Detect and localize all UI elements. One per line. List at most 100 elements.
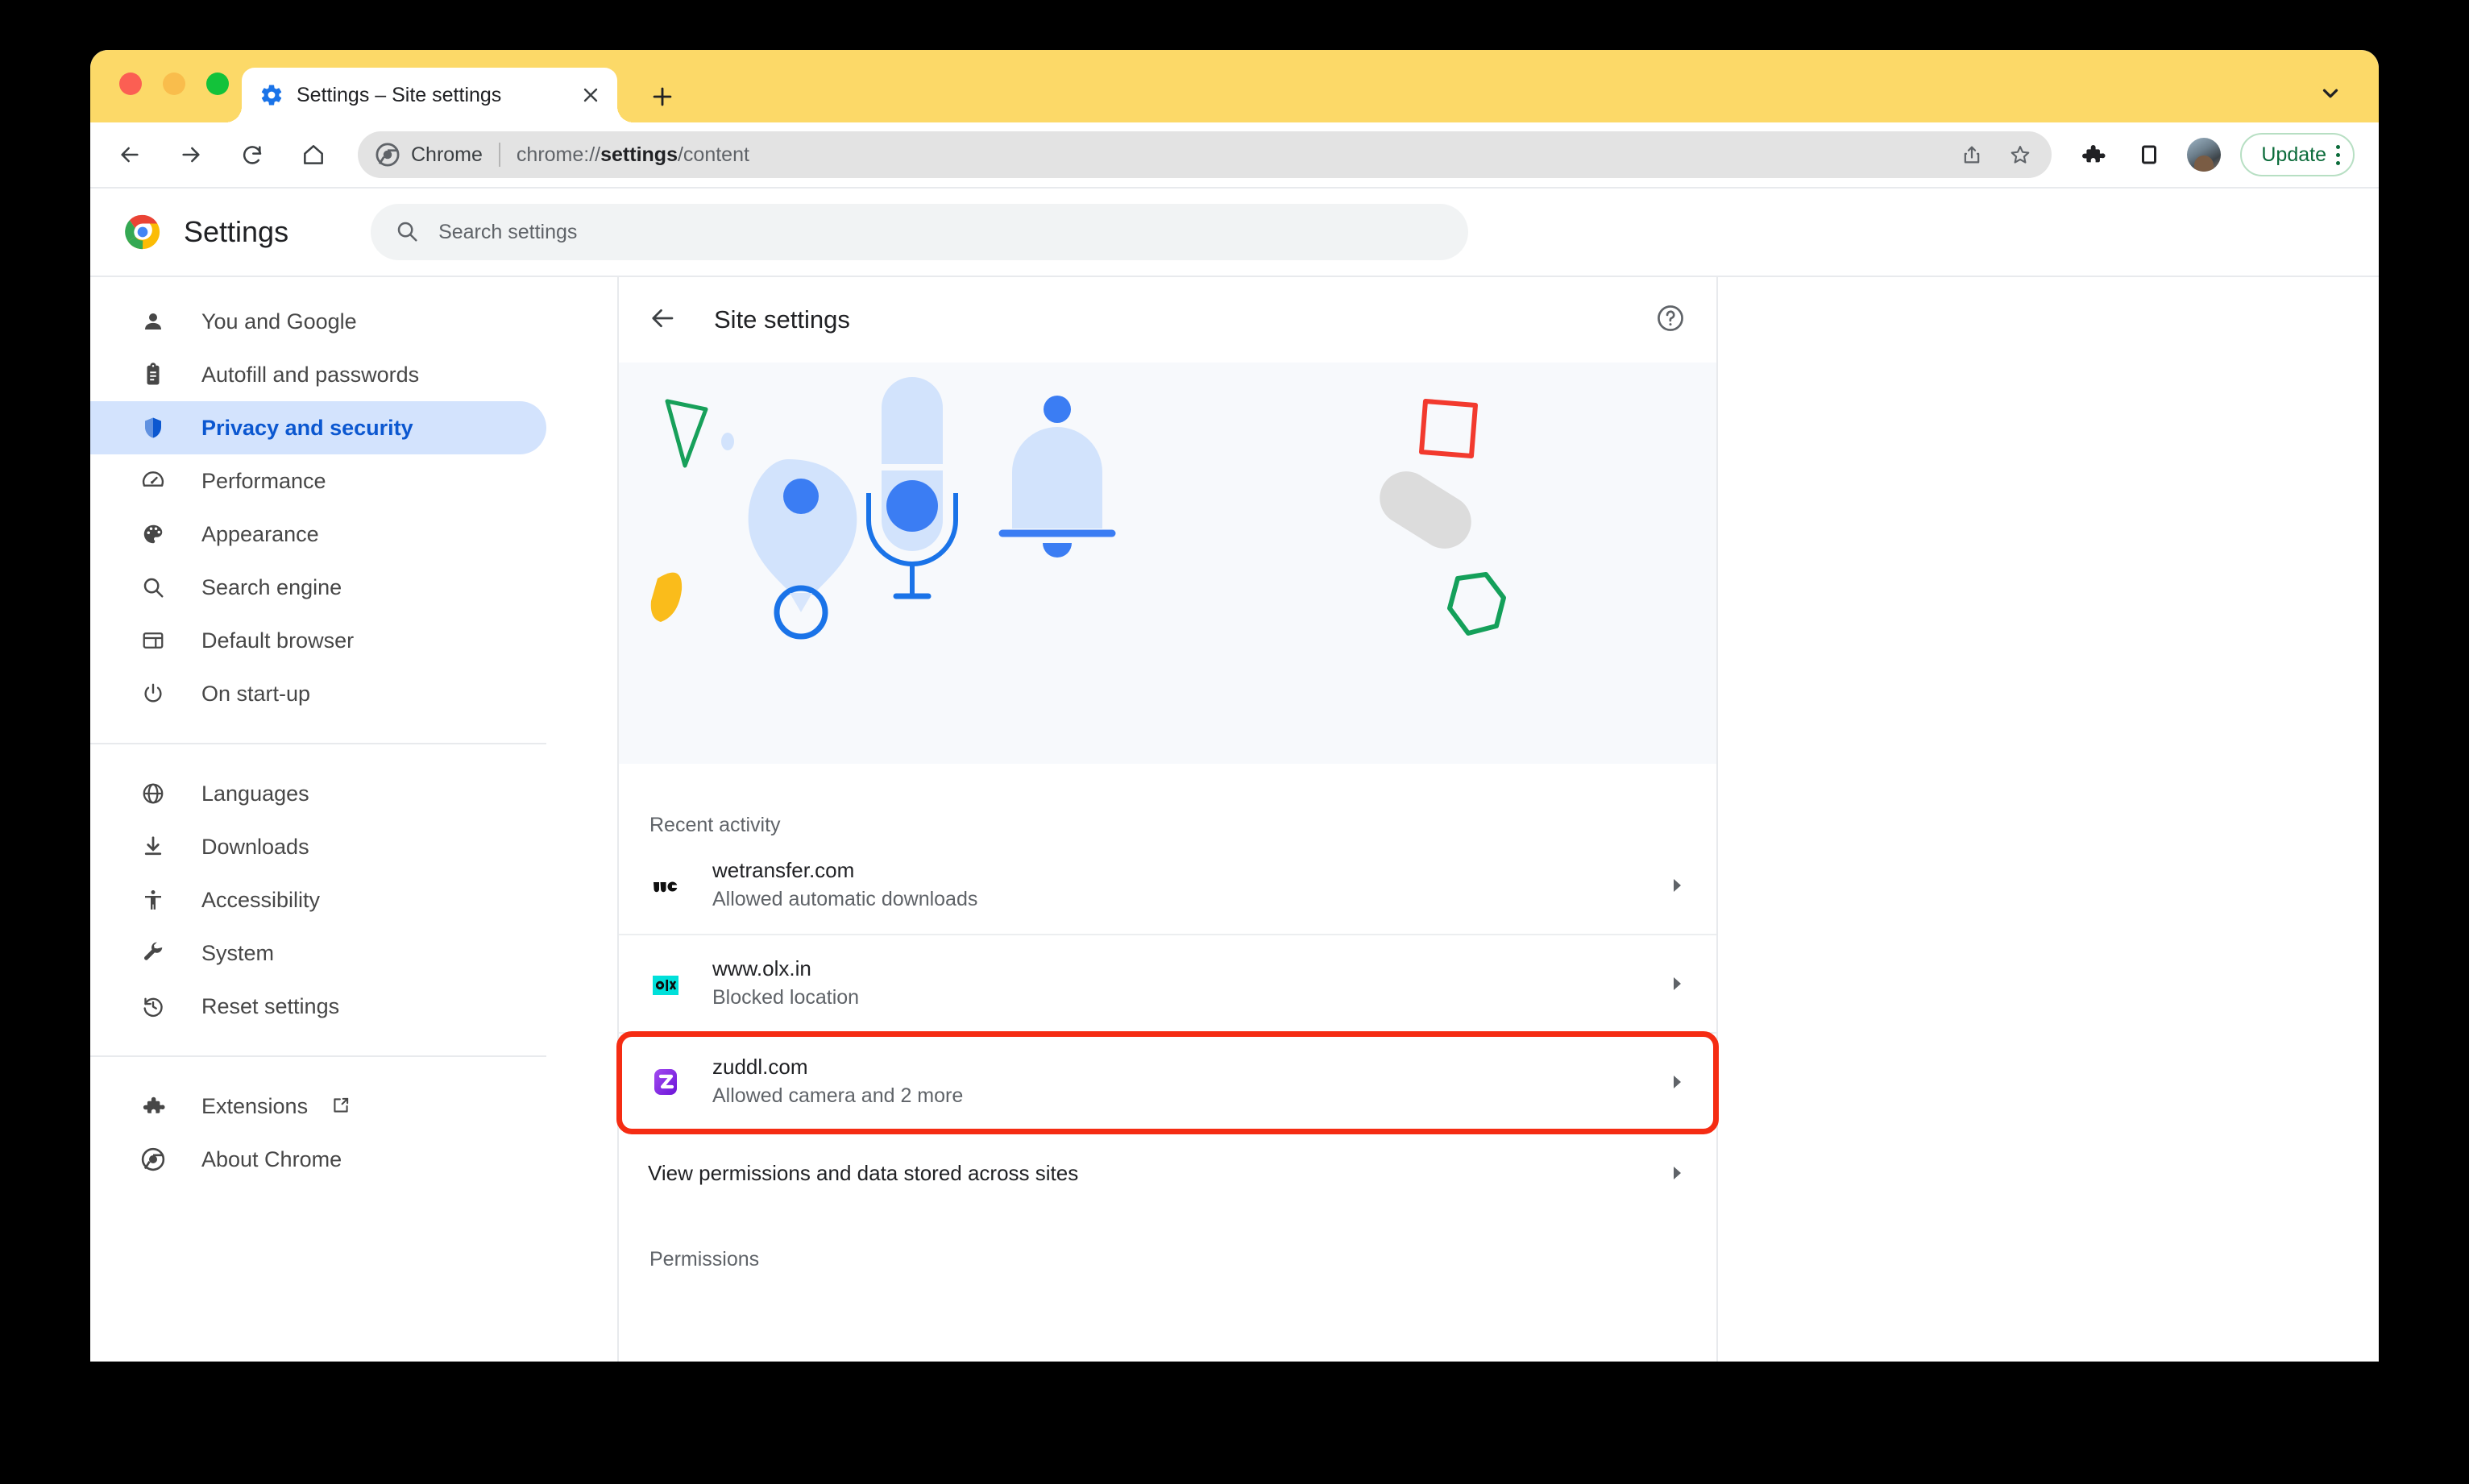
sidebar-item-accessibility[interactable]: Accessibility (90, 873, 546, 926)
chrome-icon (139, 1145, 168, 1174)
view-permissions-row[interactable]: View permissions and data stored across … (619, 1132, 1716, 1214)
sidebar-item-on-start-up[interactable]: On start-up (90, 667, 546, 720)
recent-activity-row-zuddl[interactable]: zuddl.com Allowed camera and 2 more (616, 1031, 1719, 1134)
site-status: Allowed automatic downloads (712, 888, 978, 911)
omnibox-url[interactable]: chrome://settings/content (517, 143, 749, 167)
omnibox-source-label: Chrome (411, 143, 483, 166)
site-name: wetransfer.com (712, 858, 855, 883)
page-header: Site settings (619, 277, 1716, 363)
update-button[interactable]: Update (2240, 133, 2355, 176)
home-icon[interactable] (295, 136, 332, 173)
sidebar-item-search-engine[interactable]: Search engine (90, 561, 546, 614)
arrow-right-icon[interactable] (172, 136, 210, 173)
sidebar-item-reset-settings[interactable]: Reset settings (90, 980, 546, 1033)
chevron-right-icon[interactable] (1665, 1162, 1687, 1184)
sidebar-item-autofill-and-passwords[interactable]: Autofill and passwords (90, 348, 546, 401)
green-hexagon-outline (1447, 572, 1506, 636)
palette-icon (139, 520, 168, 549)
close-window-button[interactable] (119, 73, 142, 95)
location-pin-icon (748, 459, 857, 640)
kebab-menu-icon[interactable] (2336, 144, 2340, 165)
arrow-left-icon[interactable] (648, 304, 680, 336)
recent-activity-row-wetransfer[interactable]: wetransfer.com Allowed automatic downloa… (619, 837, 1716, 935)
view-permissions-label: View permissions and data stored across … (648, 1160, 1079, 1185)
minimize-window-button[interactable] (163, 73, 185, 95)
settings-gear-icon (259, 83, 284, 107)
power-icon (139, 679, 168, 708)
maximize-window-button[interactable] (206, 73, 229, 95)
globe-icon (139, 779, 168, 808)
settings-body: You and Google Autofill and passwords Pr… (90, 277, 2379, 1362)
accessibility-icon (139, 885, 168, 914)
clipboard-icon (139, 360, 168, 389)
olx-favicon (648, 966, 683, 1001)
new-tab-button[interactable] (646, 81, 678, 113)
wetransfer-favicon (648, 868, 683, 903)
sidebar-item-performance[interactable]: Performance (90, 454, 546, 508)
red-square-outline (1419, 399, 1478, 458)
search-icon (139, 573, 168, 602)
share-icon[interactable] (1953, 136, 1990, 173)
download-icon (139, 832, 168, 861)
chevron-right-icon[interactable] (1665, 874, 1687, 897)
url-path: /content (677, 143, 749, 166)
history-restore-icon (139, 992, 168, 1021)
sidebar-item-label: Languages (201, 781, 309, 806)
person-icon (139, 307, 168, 336)
site-settings-panel: Site settings Recent activity wetransfer… (616, 277, 1719, 1362)
chrome-logo-icon (124, 213, 161, 251)
address-bar[interactable]: Chrome chrome://settings/content (358, 131, 2052, 178)
site-status: Allowed camera and 2 more (712, 1084, 964, 1108)
sidebar-item-you-and-google[interactable]: You and Google (90, 295, 546, 348)
sidebar-item-downloads[interactable]: Downloads (90, 820, 546, 873)
star-icon[interactable] (2002, 136, 2039, 173)
search-input[interactable] (438, 204, 1469, 260)
toolbar-right-actions: Update (2074, 133, 2355, 176)
search-settings-box[interactable] (371, 204, 1469, 260)
puzzle-piece-icon[interactable] (2074, 136, 2111, 173)
notification-bell-icon (998, 396, 1116, 558)
tab-title: Settings – Site settings (297, 83, 502, 106)
search-icon (395, 219, 421, 245)
sidebar-item-label: Appearance (201, 521, 319, 546)
sidebar-item-label: On start-up (201, 681, 311, 706)
sidebar-item-label: Search engine (201, 574, 342, 599)
browser-toolbar: Chrome chrome://settings/content Update (90, 122, 2379, 189)
arrow-left-icon[interactable] (111, 136, 148, 173)
microphone-icon (866, 377, 958, 599)
site-permissions-illustration (619, 363, 1716, 764)
url-host: settings (600, 143, 678, 166)
window-traffic-lights (119, 73, 229, 95)
recent-activity-row-olx[interactable]: www.olx.in Blocked location (619, 935, 1716, 1034)
browser-window-icon (139, 626, 168, 655)
close-icon[interactable] (579, 83, 603, 107)
zuddl-favicon (648, 1064, 683, 1100)
sidebar-item-languages[interactable]: Languages (90, 767, 546, 820)
sidebar-item-privacy-and-security[interactable]: Privacy and security (90, 401, 546, 454)
sidebar-item-extensions[interactable]: Extensions (90, 1080, 546, 1133)
browser-tab[interactable]: Settings – Site settings (226, 68, 633, 122)
external-link-icon (330, 1095, 353, 1117)
chrome-icon (376, 143, 400, 167)
settings-content-column: Site settings Recent activity wetransfer… (616, 277, 2379, 1362)
sidebar-divider (90, 1055, 546, 1057)
chevron-down-icon[interactable] (2316, 79, 2345, 108)
reload-icon[interactable] (234, 136, 271, 173)
sidebar-item-label: You and Google (201, 309, 357, 334)
avatar[interactable] (2187, 138, 2222, 172)
chevron-right-icon[interactable] (1665, 1071, 1687, 1093)
sidebar-item-default-browser[interactable]: Default browser (90, 614, 546, 667)
settings-sidebar: You and Google Autofill and passwords Pr… (90, 277, 619, 1362)
grey-capsule (1380, 471, 1471, 549)
green-triangle-outline (665, 399, 708, 468)
sidebar-item-appearance[interactable]: Appearance (90, 508, 546, 561)
tab-strip: Settings – Site settings (90, 50, 2379, 122)
chevron-right-icon[interactable] (1665, 972, 1687, 995)
sidebar-item-system[interactable]: System (90, 926, 546, 980)
page-title: Settings (184, 215, 289, 248)
sidebar-item-about-chrome[interactable]: About Chrome (90, 1133, 546, 1186)
speedometer-icon (139, 466, 168, 495)
help-circle-icon[interactable] (1655, 303, 1689, 337)
side-panel-icon[interactable] (2131, 136, 2168, 173)
site-name: zuddl.com (712, 1055, 808, 1080)
